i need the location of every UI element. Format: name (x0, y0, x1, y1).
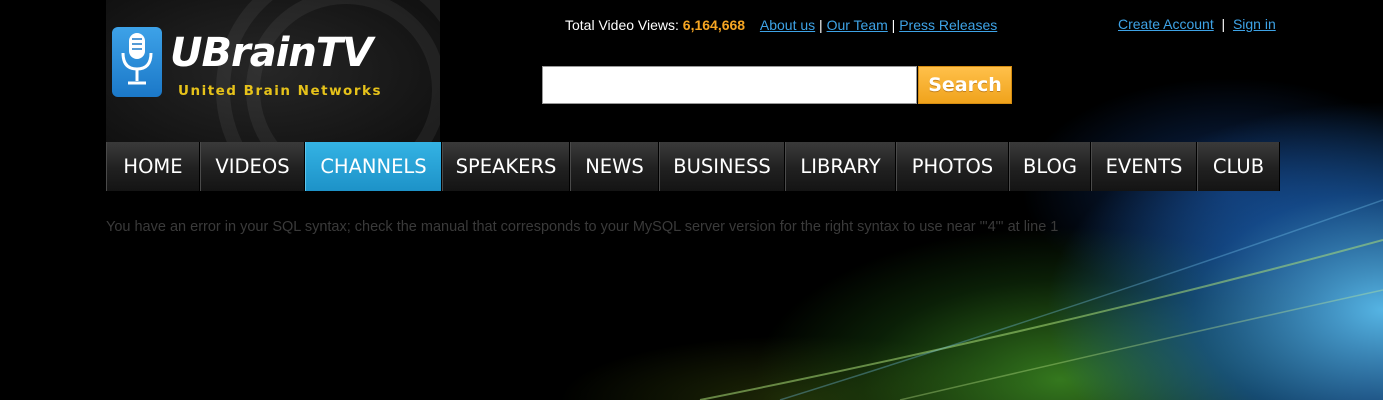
sign-in-link[interactable]: Sign in (1233, 16, 1276, 32)
site-logo[interactable]: UBrainTV United Brain Networks (106, 0, 440, 142)
nav-item-blog[interactable]: BLOG (1009, 142, 1091, 191)
link-separator: | (819, 17, 823, 33)
link-separator: | (1221, 16, 1226, 32)
create-account-link[interactable]: Create Account (1118, 16, 1214, 32)
nav-item-business[interactable]: BUSINESS (659, 142, 785, 191)
account-links: Create Account | Sign in (1118, 16, 1276, 32)
about-us-link[interactable]: About us (760, 17, 815, 33)
press-releases-link[interactable]: Press Releases (899, 17, 997, 33)
nav-item-news[interactable]: NEWS (570, 142, 659, 191)
microphone-icon (112, 27, 162, 97)
nav-item-speakers[interactable]: SPEAKERS (442, 142, 570, 191)
sql-error-message: You have an error in your SQL syntax; ch… (106, 219, 1059, 235)
nav-item-home[interactable]: HOME (106, 142, 200, 191)
logo-subtitle: United Brain Networks (178, 83, 382, 99)
our-team-link[interactable]: Our Team (827, 17, 888, 33)
link-separator: | (891, 17, 896, 33)
main-nav: HOME VIDEOS CHANNELS SPEAKERS NEWS BUSIN… (106, 142, 1280, 191)
nav-item-club[interactable]: CLUB (1197, 142, 1280, 191)
nav-item-events[interactable]: EVENTS (1091, 142, 1197, 191)
nav-item-photos[interactable]: PHOTOS (896, 142, 1009, 191)
nav-item-videos[interactable]: VIDEOS (200, 142, 305, 191)
views-label: Total Video Views: (565, 17, 679, 33)
search-button[interactable]: Search (918, 66, 1012, 104)
top-links-bar: Total Video Views: 6,164,668 About us | … (565, 17, 997, 33)
nav-item-channels[interactable]: CHANNELS (305, 142, 442, 191)
search-input[interactable] (542, 66, 917, 104)
views-count: 6,164,668 (682, 17, 746, 33)
nav-item-library[interactable]: LIBRARY (785, 142, 896, 191)
logo-title: UBrainTV (170, 30, 373, 76)
